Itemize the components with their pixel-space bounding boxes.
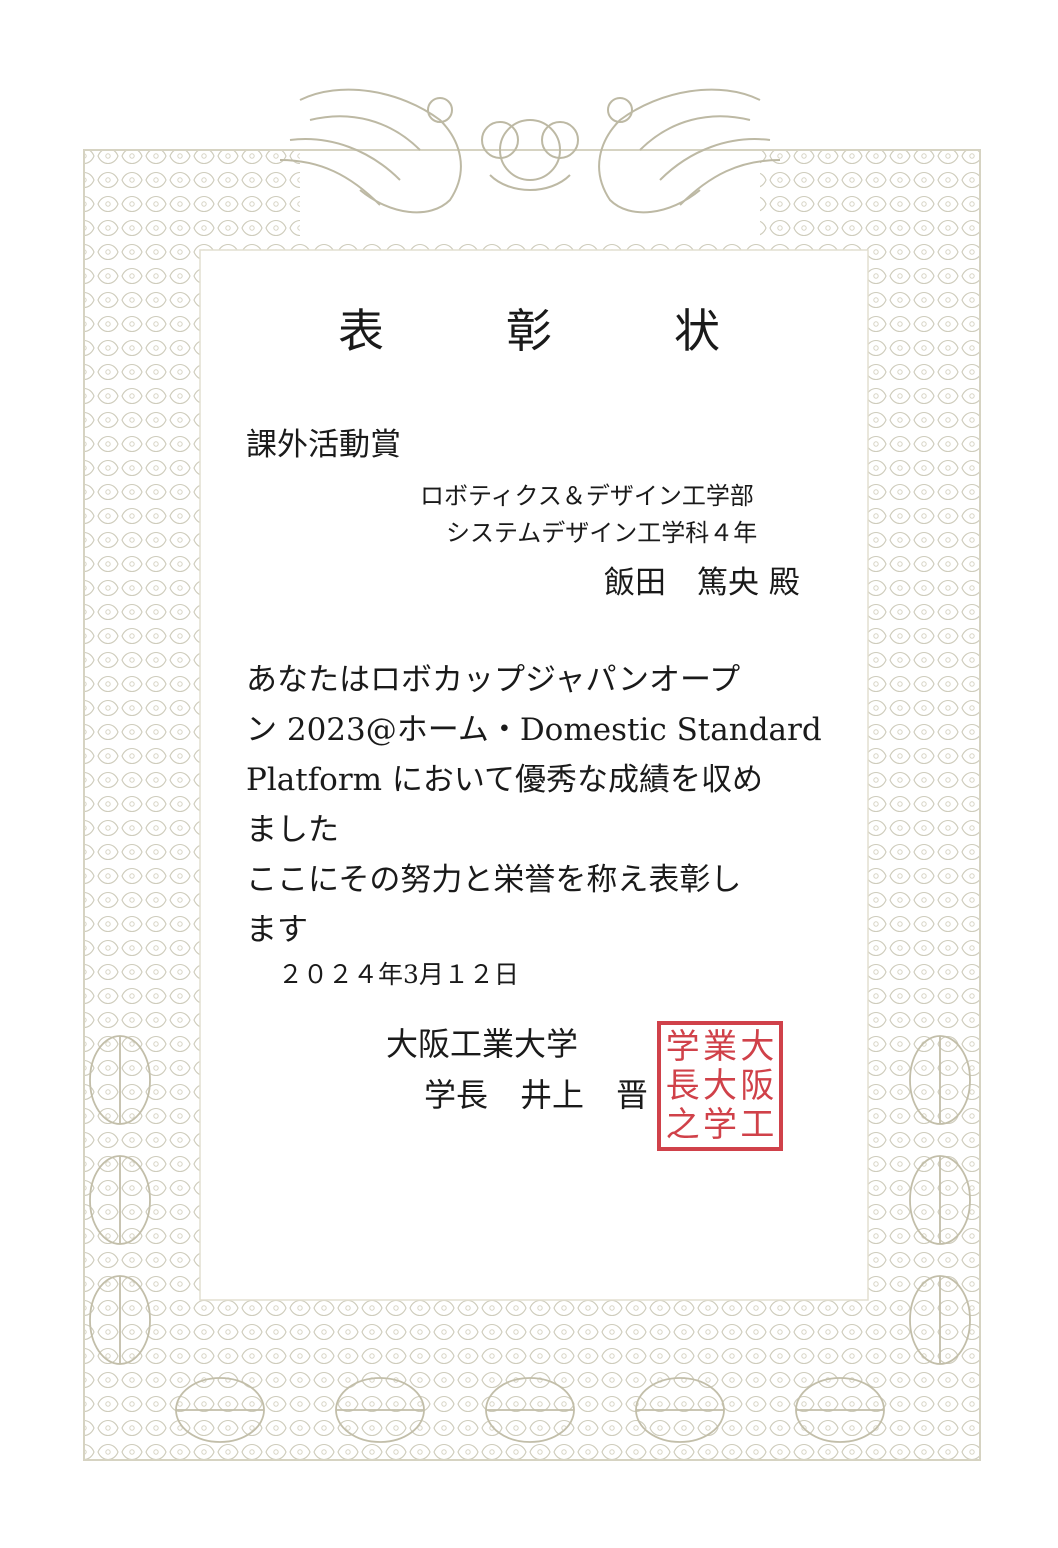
award-name: 課外活動賞 bbox=[246, 427, 401, 463]
seal-characters: 学業大長大阪之学工 bbox=[664, 1028, 776, 1144]
seal-char: 阪 bbox=[740, 1065, 775, 1106]
body-line: ます bbox=[246, 912, 308, 948]
body-line: ここにその努力と栄誉を称え表彰し bbox=[246, 862, 742, 898]
issuer-president: 学長 井上 晋 bbox=[424, 1076, 649, 1114]
issue-date: ２０２４年3月１２日 bbox=[278, 960, 519, 989]
seal-char: 工 bbox=[740, 1104, 775, 1145]
cloud-ornament-icon bbox=[481, 119, 579, 191]
certificate-body: あなたはロボカップジャパンオープ ン 2023@ホーム・Domestic Sta… bbox=[246, 655, 846, 955]
certificate-title: 表 彰 状 bbox=[338, 304, 758, 358]
seal-char: 之 bbox=[665, 1104, 700, 1145]
recipient-department: システムデザイン工学科４年 bbox=[446, 519, 758, 547]
body-line: ン 2023@ホーム・Domestic Standard bbox=[246, 712, 822, 748]
seal-char: 業 bbox=[702, 1027, 737, 1068]
recipient-name: 飯田 篤央 殿 bbox=[604, 565, 800, 601]
body-line: Platform において優秀な成績を収め bbox=[246, 762, 763, 798]
body-line: ました bbox=[246, 812, 339, 848]
seal-char: 学 bbox=[665, 1027, 700, 1068]
recipient-faculty: ロボティクス＆デザイン工学部 bbox=[420, 482, 754, 510]
seal-char: 学 bbox=[702, 1104, 737, 1145]
seal-char: 大 bbox=[702, 1065, 737, 1106]
body-line: あなたはロボカップジャパンオープ bbox=[246, 662, 741, 698]
official-seal-icon: 学業大長大阪之学工 bbox=[656, 1020, 784, 1152]
seal-char: 長 bbox=[665, 1065, 700, 1106]
issuer-university: 大阪工業大学 bbox=[386, 1025, 579, 1063]
seal-char: 大 bbox=[740, 1027, 775, 1068]
